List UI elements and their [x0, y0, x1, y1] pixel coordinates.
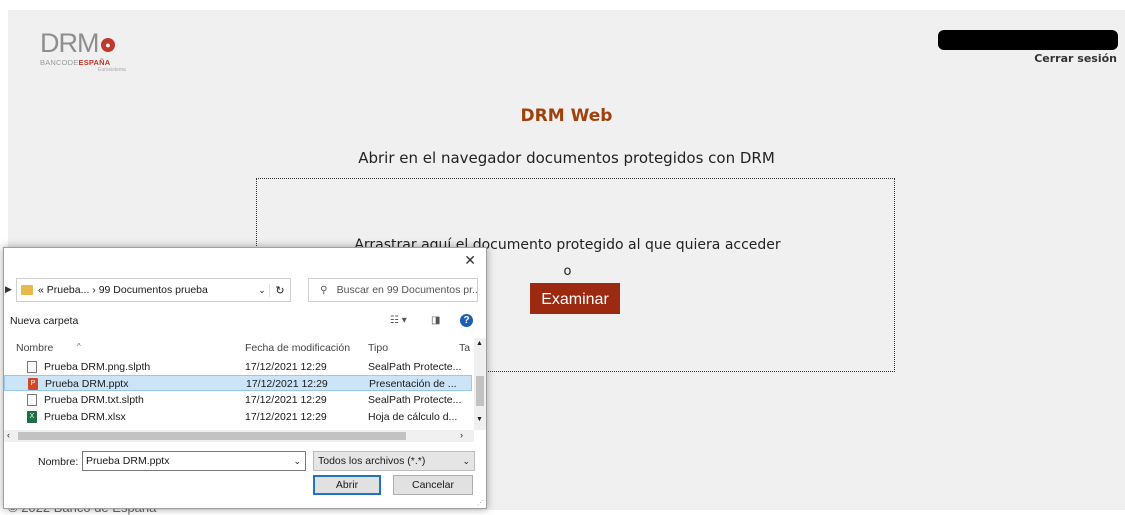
search-placeholder: Buscar en 99 Documentos pr...: [336, 284, 477, 296]
banco-de-espana-drm-logo: DRM ● BANCODEESPAÑA Eurosistema: [40, 30, 150, 80]
cancel-button[interactable]: Cancelar: [393, 475, 473, 495]
column-size[interactable]: Ta: [459, 342, 470, 354]
address-bar[interactable]: « Prueba... › 99 Documentos prueba ⌄ ↻: [16, 278, 291, 302]
column-type[interactable]: Tipo: [368, 342, 388, 354]
view-options-icon[interactable]: ☷ ▾: [390, 315, 407, 326]
chevron-down-icon[interactable]: ⌄: [293, 452, 301, 470]
file-name: Prueba DRM.png.slpth: [44, 361, 151, 373]
logo-sub-prefix: BANCODE: [40, 58, 79, 67]
redacted-username: [938, 30, 1118, 50]
column-name[interactable]: Nombre: [16, 342, 53, 354]
file-type-filter[interactable]: Todos los archivos (*.*) ⌄: [313, 451, 475, 471]
open-button[interactable]: Abrir: [313, 475, 381, 495]
resize-grip-icon[interactable]: ⋰: [477, 499, 484, 507]
file-row[interactable]: X Prueba DRM.xlsx 17/12/2021 12:29 Hoja …: [4, 409, 472, 425]
excel-icon: X: [27, 411, 37, 423]
logo-text: DRM: [40, 28, 99, 58]
filename-value: Prueba DRM.pptx: [86, 455, 170, 467]
scroll-up-icon[interactable]: ▲: [476, 340, 483, 347]
new-folder-button[interactable]: Nueva carpeta: [10, 315, 78, 327]
logout-link[interactable]: Cerrar sesión: [1034, 52, 1117, 65]
dialog-toolbar: Nueva carpeta ☷ ▾ ◨ ?: [4, 308, 486, 330]
filename-field[interactable]: Prueba DRM.pptx ⌄: [82, 451, 306, 471]
scroll-thumb[interactable]: [18, 432, 406, 440]
search-input[interactable]: ⚲ Buscar en 99 Documentos pr...: [308, 278, 478, 302]
file-name: Prueba DRM.txt.slpth: [44, 394, 144, 406]
file-open-dialog: ✕ ▶ « Prueba... › 99 Documentos prueba ⌄…: [3, 247, 487, 509]
preview-pane-icon[interactable]: ◨: [431, 315, 440, 326]
scroll-left-icon[interactable]: ‹: [7, 430, 10, 440]
document-icon: [27, 361, 37, 373]
scroll-thumb[interactable]: [476, 376, 484, 406]
file-type: SealPath Protecte...: [368, 361, 462, 373]
file-row[interactable]: Prueba DRM.txt.slpth 17/12/2021 12:29 Se…: [4, 392, 472, 408]
chevron-down-icon[interactable]: ⌄: [255, 285, 269, 296]
horizontal-scrollbar[interactable]: ‹ ›: [4, 430, 474, 442]
close-icon[interactable]: ✕: [464, 252, 476, 269]
file-date: 17/12/2021 12:29: [245, 394, 327, 406]
scroll-right-icon[interactable]: ›: [460, 430, 463, 440]
file-row-selected[interactable]: P Prueba DRM.pptx 17/12/2021 12:29 Prese…: [4, 375, 472, 391]
file-name: Prueba DRM.pptx: [45, 378, 129, 390]
file-row[interactable]: Prueba DRM.png.slpth 17/12/2021 12:29 Se…: [4, 359, 472, 375]
lock-icon: ●: [100, 37, 115, 52]
browse-button[interactable]: Examinar: [530, 283, 620, 314]
search-icon: ⚲: [320, 284, 328, 296]
page-title: DRM Web: [520, 106, 613, 126]
refresh-icon[interactable]: ↻: [269, 283, 290, 297]
file-type: SealPath Protecte...: [368, 394, 462, 406]
file-date: 17/12/2021 12:29: [245, 411, 327, 423]
filter-value: Todos los archivos (*.*): [318, 455, 426, 467]
file-date: 17/12/2021 12:29: [245, 361, 327, 373]
file-type: Hoja de cálculo d...: [368, 411, 458, 423]
vertical-scrollbar[interactable]: ▲ ▼: [474, 338, 486, 430]
file-date: 17/12/2021 12:29: [246, 378, 328, 390]
document-icon: [27, 394, 37, 406]
logo-sub2: Eurosistema: [98, 67, 126, 73]
file-type: Presentación de ...: [369, 378, 457, 390]
powerpoint-icon: P: [28, 378, 38, 390]
page-subtitle: Abrir en el navegador documentos protegi…: [358, 149, 775, 167]
help-icon[interactable]: ?: [460, 314, 473, 327]
file-list-header: ^ Nombre Fecha de modificación Tipo Ta: [4, 338, 474, 355]
sort-up-icon: ^: [77, 342, 81, 351]
address-path: « Prueba... › 99 Documentos prueba: [38, 284, 208, 296]
column-date[interactable]: Fecha de modificación: [245, 342, 350, 354]
folder-icon: [21, 285, 33, 295]
nav-expand-icon[interactable]: ▶: [5, 284, 12, 295]
file-name: Prueba DRM.xlsx: [44, 411, 126, 423]
logo-sub-brand: ESPAÑA: [78, 58, 111, 67]
chevron-down-icon[interactable]: ⌄: [462, 452, 470, 470]
filename-label: Nombre:: [38, 456, 79, 468]
scroll-down-icon[interactable]: ▼: [476, 416, 483, 423]
